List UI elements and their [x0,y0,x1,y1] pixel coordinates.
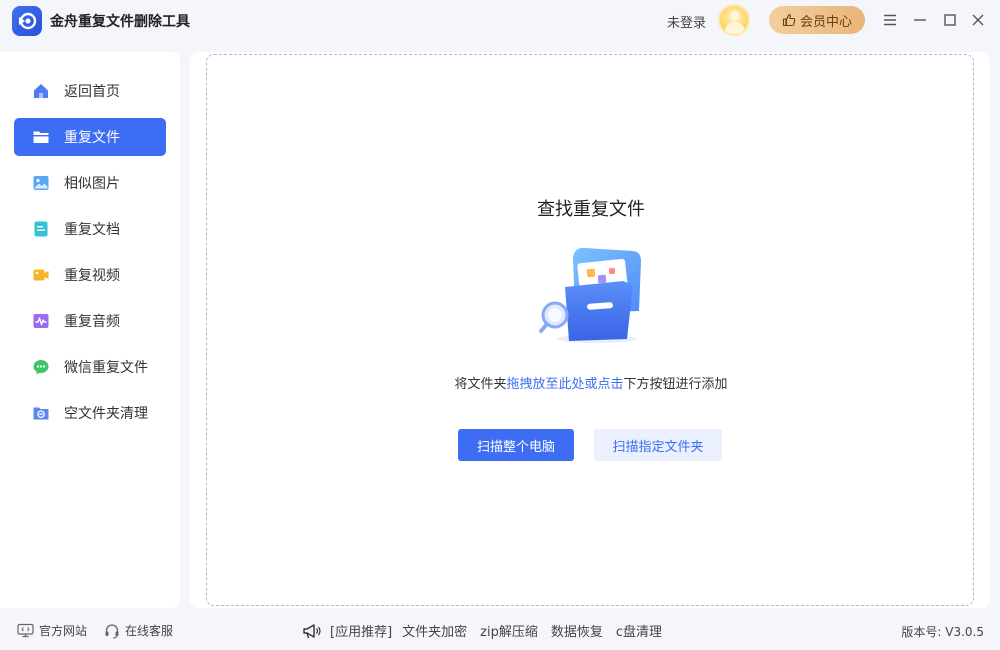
version-label: 版本号: V3.0.5 [901,625,984,639]
folder-search-illustration-icon [535,241,645,345]
sidebar-item-label: 重复音频 [64,314,120,330]
sidebar-item-home[interactable]: 返回首页 [14,72,166,110]
promo-zip-extract[interactable]: zip解压缩 [480,621,538,640]
scan-entire-computer-button[interactable]: 扫描整个电脑 [458,429,574,461]
main-panel: 查找重复文件 将文件夹拖拽放至此处或点击下方按钮进行添加 扫描整个电脑 扫描指定… [190,52,990,608]
app-logo-icon [12,6,42,36]
file-dropzone[interactable]: 查找重复文件 将文件夹拖拽放至此处或点击下方按钮进行添加 扫描整个电脑 扫描指定… [206,54,974,606]
hint-prefix: 将文件夹 [454,377,507,392]
sidebar-item-label: 微信重复文件 [64,360,148,376]
maximize-icon[interactable] [940,10,960,30]
vip-center-label: 会员中心 [799,14,852,30]
monitor-icon [17,623,34,638]
app-title: 金舟重复文件删除工具 [50,14,190,30]
wechat-icon [32,358,50,376]
promo-folder-encryption[interactable]: 文件夹加密 [402,621,467,640]
thumbs-up-icon [782,13,796,27]
sidebar-item-label: 空文件夹清理 [64,406,148,422]
vip-center-button[interactable]: 会员中心 [769,6,865,34]
title-bar: 金舟重复文件删除工具 未登录 会员中心 [0,0,1000,42]
video-icon [32,266,50,284]
sidebar-item-duplicate-videos[interactable]: 重复视频 [14,256,166,294]
footer: 官方网站 在线客服 [应用推荐] 文件夹加密 zip解压缩 数据恢复 c盘清理 … [0,612,1000,650]
hint-add-link[interactable]: 拖拽放至此处或点击 [506,377,623,392]
sidebar-item-label: 重复文档 [64,222,120,238]
online-service-label: 在线客服 [125,624,174,638]
avatar[interactable] [718,4,750,36]
sidebar-item-duplicate-files[interactable]: 重复文件 [14,118,166,156]
promo-data-recovery[interactable]: 数据恢复 [551,621,603,640]
sidebar-item-label: 返回首页 [64,84,120,100]
image-icon [32,174,50,192]
promo-c-drive-cleanup[interactable]: c盘清理 [616,621,662,640]
minimize-icon[interactable] [910,10,930,30]
official-website-link[interactable]: 官方网站 [17,622,87,639]
home-icon [32,82,50,100]
sidebar-item-label: 相似图片 [64,176,120,192]
scan-specific-folder-button[interactable]: 扫描指定文件夹 [594,429,722,461]
megaphone-icon [303,623,321,638]
sidebar-item-label: 重复文件 [64,130,120,146]
hint-suffix: 下方按钮进行添加 [623,377,728,392]
audio-icon [32,312,50,330]
document-icon [32,220,50,238]
close-icon[interactable] [968,10,988,30]
drop-hint: 将文件夹拖拽放至此处或点击下方按钮进行添加 [207,373,975,392]
sidebar-item-wechat-duplicates[interactable]: 微信重复文件 [14,348,166,386]
sidebar-item-duplicate-audio[interactable]: 重复音频 [14,302,166,340]
app-recommendations: [应用推荐] 文件夹加密 zip解压缩 数据恢复 c盘清理 [302,621,675,640]
page-title: 查找重复文件 [537,199,645,220]
folder-icon [32,128,50,146]
official-website-label: 官方网站 [39,624,88,638]
promo-tag: [应用推荐] [330,625,393,640]
online-service-link[interactable]: 在线客服 [104,622,173,639]
login-status[interactable]: 未登录 [667,12,706,31]
sidebar-item-duplicate-docs[interactable]: 重复文档 [14,210,166,248]
menu-icon[interactable] [880,10,900,30]
sidebar-item-empty-folder-cleanup[interactable]: 空文件夹清理 [14,394,166,432]
sidebar: 返回首页 重复文件 相似图片 重复文档 重复视频 重复音频 微信重复文件 空文件… [0,52,180,608]
headset-icon [105,623,119,639]
empty-folder-icon [32,404,50,422]
sidebar-item-label: 重复视频 [64,268,120,284]
sidebar-item-similar-images[interactable]: 相似图片 [14,164,166,202]
